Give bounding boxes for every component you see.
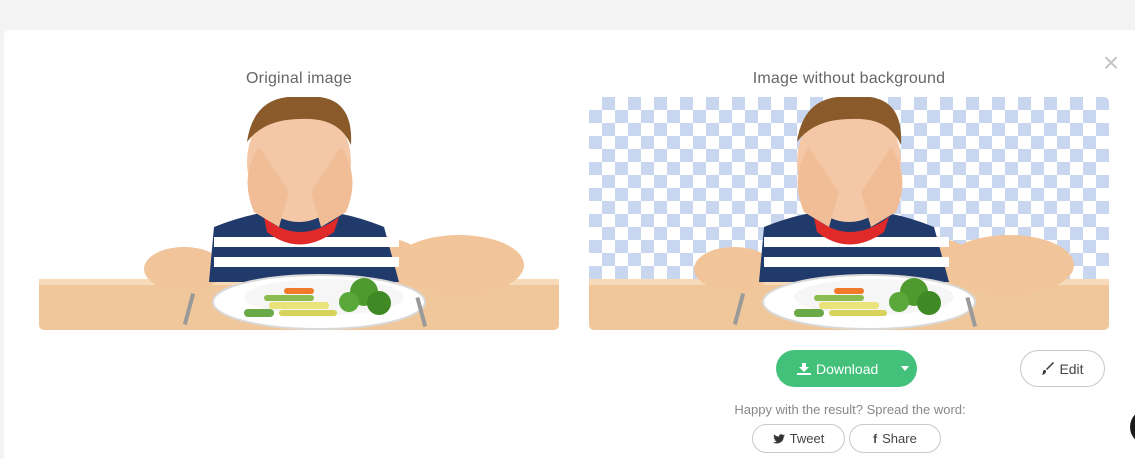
result-image-caption: Image without background bbox=[752, 70, 946, 87]
download-options-button[interactable] bbox=[892, 350, 917, 387]
original-image bbox=[39, 97, 559, 330]
share-prompt: Happy with the result? Spread the word: bbox=[734, 402, 966, 417]
download-tray-icon bbox=[797, 362, 811, 375]
boy-at-table-illustration bbox=[39, 97, 559, 330]
download-label: Download bbox=[816, 360, 879, 377]
tweet-button[interactable]: Tweet bbox=[752, 424, 845, 453]
edit-button[interactable]: Edit bbox=[1020, 350, 1105, 387]
boy-cutout-illustration bbox=[589, 97, 1109, 330]
tweet-label: Tweet bbox=[789, 431, 825, 446]
edit-label: Edit bbox=[1059, 360, 1084, 377]
download-button[interactable]: Download bbox=[776, 350, 892, 387]
twitter-bird-icon bbox=[772, 433, 785, 443]
facebook-f-icon: f bbox=[873, 431, 878, 446]
download-split-button: Download bbox=[776, 350, 917, 387]
share-label: Share bbox=[882, 431, 917, 446]
result-image bbox=[589, 97, 1109, 330]
original-image-caption: Original image bbox=[246, 70, 352, 87]
brush-icon bbox=[1042, 362, 1055, 375]
facebook-share-button[interactable]: f Share bbox=[849, 424, 941, 453]
caret-down-icon bbox=[900, 366, 909, 371]
